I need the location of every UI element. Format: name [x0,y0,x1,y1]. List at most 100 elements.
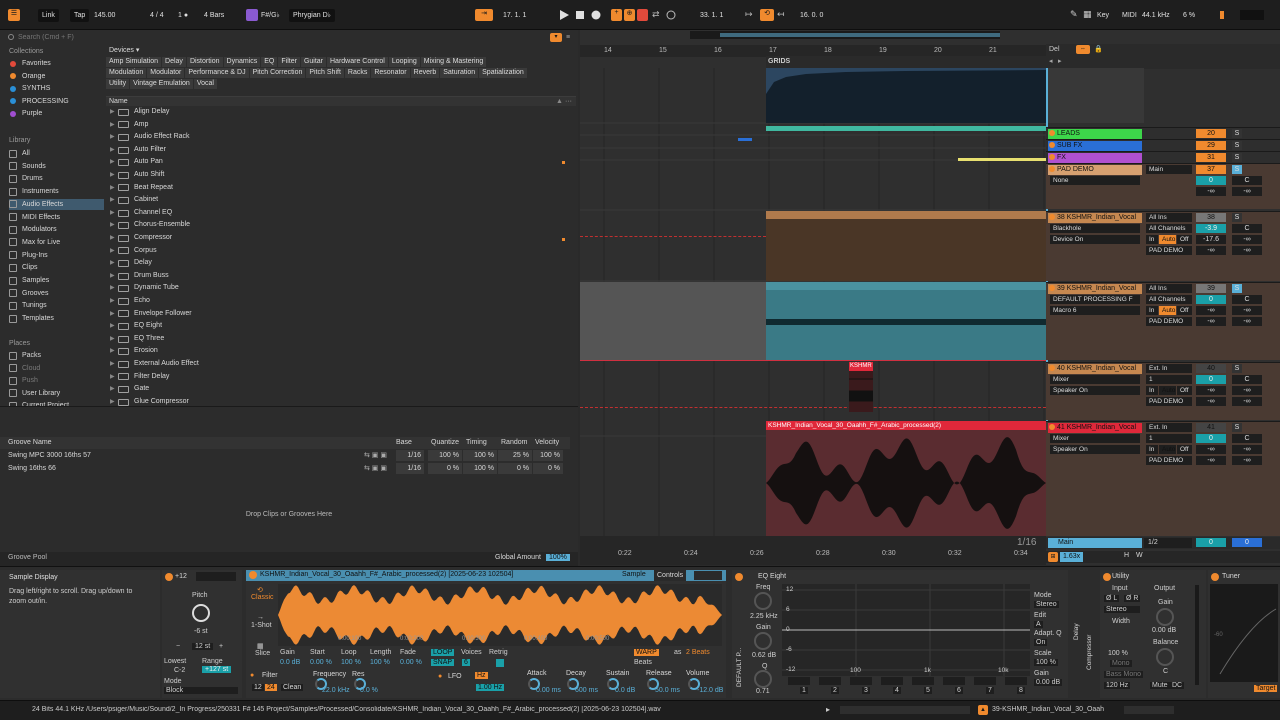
device-list-item[interactable]: ▶ Erosion [110,345,158,358]
device-list-item[interactable]: ▶ External Audio Effect [110,358,199,371]
device-filter-tag[interactable]: Filter [278,57,300,67]
parameter-chooser[interactable]: Macro 6 [1050,306,1140,315]
link-button[interactable]: Link [38,9,59,22]
punch-out-icon[interactable]: ↤ [777,9,789,21]
sustain-value[interactable]: 0.0 dB [615,687,635,694]
library-item[interactable]: Templates [9,313,104,324]
length-value[interactable]: 100 % [370,659,390,666]
groove-row[interactable]: Swing MPC 3000 16ths 57 ⇆ ▣ ▣ 1/16 100 % 100… [0,450,570,461]
h-toggle[interactable]: H [1124,552,1129,559]
send-d-field[interactable]: -∞ [1232,456,1262,465]
send-a-field[interactable]: -∞ [1196,187,1226,196]
output-select[interactable]: PAD DEMO [1146,246,1192,255]
collection-item[interactable]: Favorites [9,58,104,69]
pan-field[interactable]: C [1232,295,1262,304]
overview-strip[interactable] [690,31,1000,39]
collection-item[interactable]: SYNTHS [9,83,104,94]
key-select[interactable]: F#/G♭ [261,9,280,22]
send-d-field[interactable]: -∞ [1232,317,1262,326]
track-39-clip[interactable] [766,282,1046,360]
device-list-item[interactable]: ▶ Audio Effect Rack [110,131,190,144]
filter-12-button[interactable]: 12 [252,684,264,691]
title-icons[interactable] [694,571,722,580]
device-filter-tag[interactable]: Looping [388,57,420,67]
delay-device-label[interactable]: Delay [1073,623,1080,640]
device-list-item[interactable]: ▶ Delay [110,257,152,270]
lfo-rate[interactable]: 1.00 Hz [476,684,505,691]
filter-toggle-icon[interactable]: ▾ [550,33,562,42]
eq-q-knob[interactable] [754,670,772,688]
device-filter-tag[interactable]: Performance & DJ [185,68,249,78]
expand-arrow-icon[interactable]: ▶ [110,144,118,157]
send-a-field[interactable]: -∞ [1196,306,1226,315]
lock-icon[interactable]: 🔒 [1094,45,1104,54]
tuner-target-button[interactable]: Target [1254,685,1278,692]
key-map-button[interactable]: Key [1097,9,1109,22]
monitor-off[interactable]: Off [1177,235,1192,244]
device-list-item[interactable]: ▶ Chorus-Ensemble [110,219,190,232]
pan-field[interactable]: C [1232,176,1262,185]
plus-button[interactable]: + [219,643,223,650]
mono-button[interactable]: Mono [1110,660,1132,667]
library-item[interactable]: Grooves [9,288,104,299]
send-a-field[interactable]: -∞ [1196,445,1226,454]
volume-field[interactable]: 0 [1196,176,1226,185]
solo-button[interactable]: S [1232,165,1242,174]
expand-arrow-icon[interactable]: ▶ [110,106,118,119]
track-number[interactable]: 31 [1196,153,1226,162]
device-filter-tag[interactable]: Utility [106,79,130,89]
library-item[interactable]: Instruments [9,186,104,197]
bass-mono-button[interactable]: Bass Mono [1104,671,1144,678]
send-d-field[interactable]: -∞ [1232,246,1262,255]
expand-arrow-icon[interactable]: ▶ [110,282,118,295]
device-list-item[interactable]: ▶ Auto Shift [110,169,164,182]
tap-button[interactable]: Tap [70,9,90,22]
collection-item[interactable]: PROCESSING [9,96,104,107]
param-knob[interactable] [607,678,619,690]
eq-band-shape[interactable] [788,677,810,685]
library-item[interactable]: MIDI Effects [9,212,104,223]
utility-power-icon[interactable] [1103,573,1111,581]
device-list-item[interactable]: ▶ EQ Three [110,333,164,346]
eq-band-toggle[interactable]: 5 [924,687,932,694]
eq-band-shape[interactable] [1005,677,1027,685]
groove-random-field[interactable]: 0 % [498,463,532,474]
track-activator-icon[interactable] [1049,142,1055,148]
expand-arrow-icon[interactable]: ▶ [110,358,118,371]
track-40-clip[interactable]: KSHMR [848,362,874,412]
send-b-field[interactable]: -∞ [1232,187,1262,196]
device-filter-tag[interactable]: Hardware Control [327,57,388,67]
transpose-field[interactable]: +12 [175,573,187,580]
expand-arrow-icon[interactable]: ▶ [110,371,118,384]
tuner-power-icon[interactable] [1211,573,1219,581]
solo-button[interactable]: S [1232,141,1242,150]
device-list-item[interactable]: ▶ Echo [110,295,150,308]
compressor-device-label[interactable]: Compressor [1086,635,1093,670]
track-title[interactable]: SUB FX [1048,141,1142,151]
device-list-item[interactable]: ▶ Auto Filter [110,144,166,157]
warp-button[interactable]: WARP [634,649,659,656]
expand-arrow-icon[interactable]: ▶ [110,182,118,195]
tab-controls[interactable]: Controls [654,570,687,581]
pan-field[interactable]: C [1232,434,1262,443]
volume-field[interactable]: 0 [1196,295,1226,304]
eq-adapt-value[interactable]: On [1034,639,1048,646]
input-type-select[interactable]: Ext. In [1146,364,1192,373]
track-38-clip[interactable] [766,211,1046,281]
mode-select[interactable]: Block [164,687,238,694]
scroll-left-icon[interactable]: ◂ [1049,57,1053,65]
send-a-field[interactable]: -17.6 [1196,235,1226,244]
tab-sample[interactable]: Sample [622,571,646,578]
track-title[interactable]: 41 KSHMR_Indian_Vocal [1048,423,1142,433]
bass-freq[interactable]: 120 Hz [1104,682,1131,689]
groove-timing-field[interactable]: 100 % [463,450,497,461]
session-record-icon[interactable] [637,9,648,21]
scale-mode-icon[interactable] [246,9,258,21]
volume-field[interactable]: 0 [1196,375,1226,384]
device-chooser[interactable]: None [1050,176,1140,185]
library-item[interactable]: Clips [9,262,104,273]
loop-arm-icon[interactable] [665,9,677,21]
scroll-right-icon[interactable]: ▸ [1058,57,1062,65]
device-filter-tag[interactable]: Guitar [300,57,326,67]
lfo-power-icon[interactable]: ● [438,673,442,680]
